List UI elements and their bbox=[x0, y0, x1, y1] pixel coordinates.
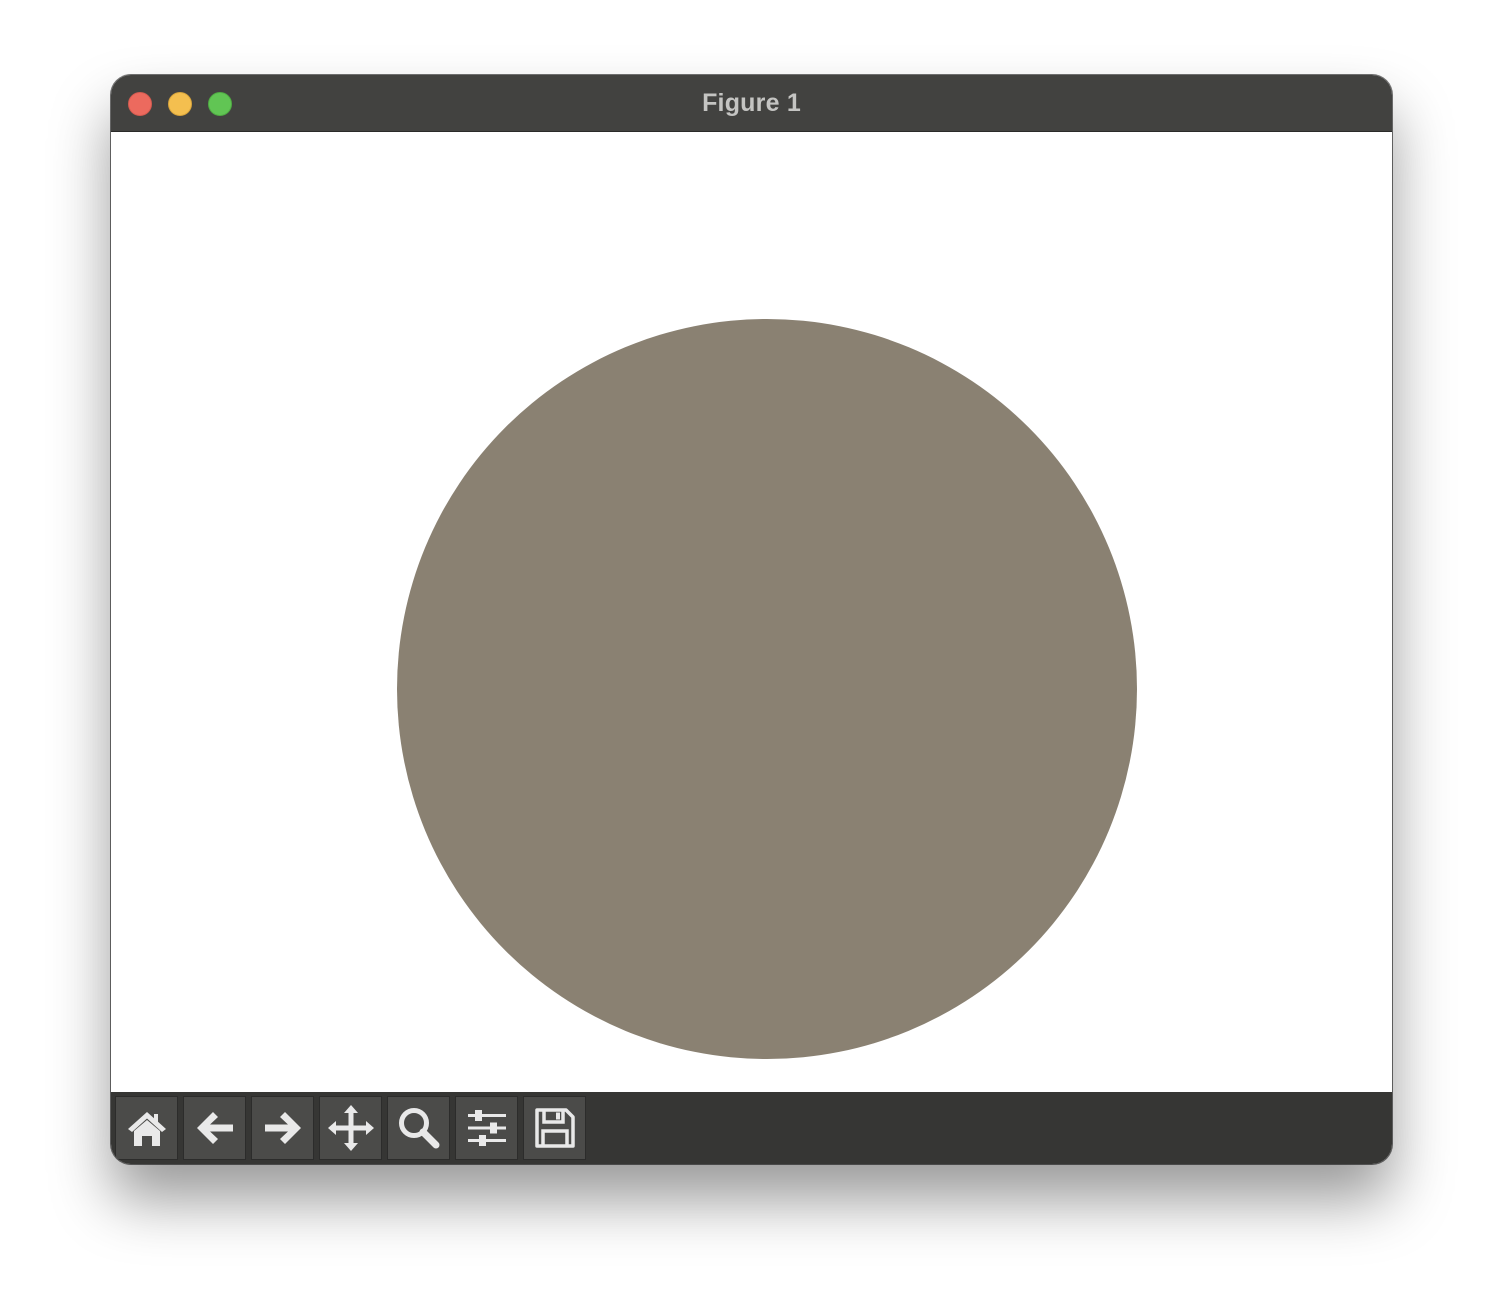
window-title: Figure 1 bbox=[702, 89, 801, 117]
desktop: Figure 1 bbox=[0, 0, 1504, 1312]
arrow-left-icon bbox=[196, 1112, 233, 1144]
pan-button[interactable] bbox=[319, 1096, 382, 1160]
home-button[interactable] bbox=[115, 1096, 178, 1160]
home-icon bbox=[127, 1112, 166, 1146]
back-button[interactable] bbox=[183, 1096, 246, 1160]
title-bar[interactable]: Figure 1 bbox=[111, 75, 1392, 132]
sliders-icon bbox=[467, 1110, 506, 1146]
save-button[interactable] bbox=[523, 1096, 586, 1160]
circle-patch bbox=[397, 319, 1137, 1059]
arrow-right-icon bbox=[264, 1112, 301, 1144]
move-icon bbox=[327, 1105, 374, 1151]
zoom-button[interactable] bbox=[387, 1096, 450, 1160]
configure-subplots-button[interactable] bbox=[455, 1096, 518, 1160]
forward-button[interactable] bbox=[251, 1096, 314, 1160]
figure-window: Figure 1 bbox=[111, 75, 1392, 1164]
magnifier-icon bbox=[398, 1108, 439, 1149]
floppy-disk-icon bbox=[534, 1108, 575, 1148]
figure-canvas[interactable] bbox=[111, 132, 1392, 1092]
plot-svg bbox=[397, 319, 1137, 1059]
navigation-toolbar bbox=[111, 1092, 1392, 1164]
